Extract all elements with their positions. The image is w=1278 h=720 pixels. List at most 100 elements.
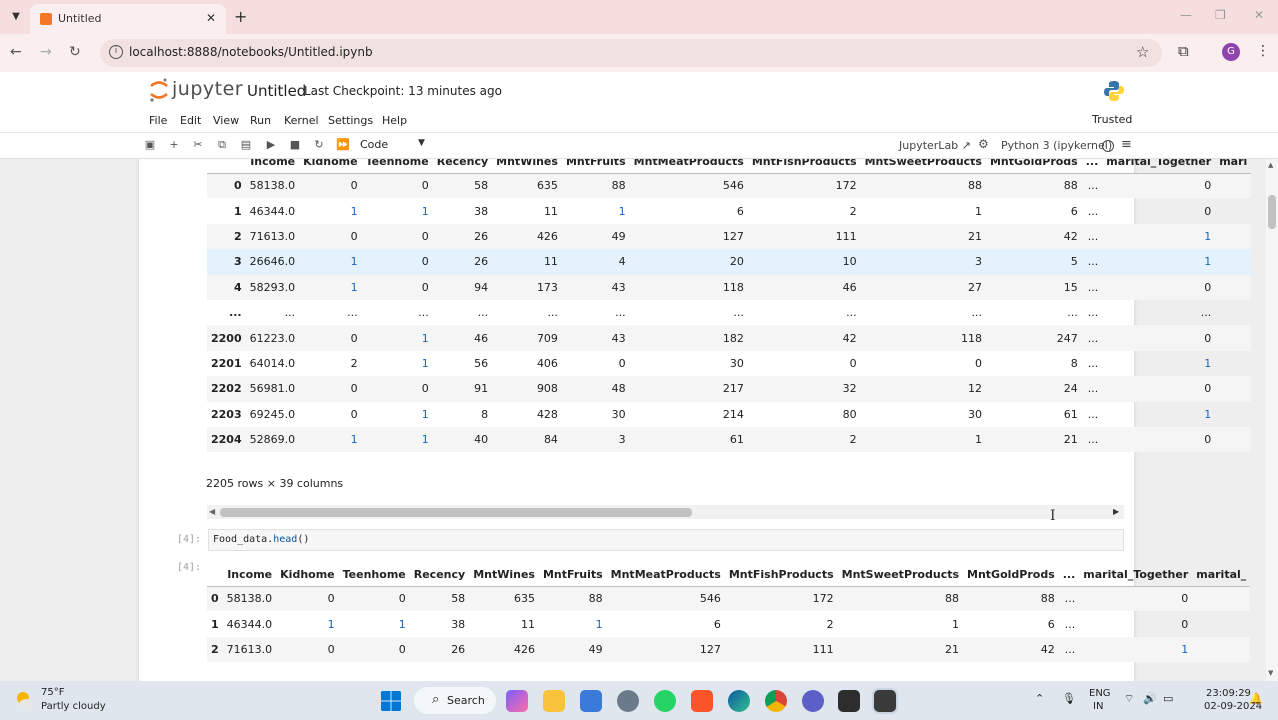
- maximize-icon[interactable]: ❐: [1215, 8, 1226, 22]
- file-explorer-icon[interactable]: [543, 690, 565, 712]
- row-index: 2203: [211, 407, 242, 421]
- close-window-icon[interactable]: ✕: [1254, 8, 1264, 22]
- notebook-title[interactable]: Untitled: [247, 82, 306, 100]
- table-row[interactable]: 2202 56981.0 0 0 91 908 48 217 32 12 24... 0: [207, 376, 1252, 402]
- terminal-icon[interactable]: [838, 690, 860, 712]
- extensions-icon[interactable]: ⧉: [1178, 42, 1189, 60]
- table-row[interactable]: 0 58138.0 0 0 58 635 88 546 172 88 88... 0: [207, 586, 1251, 612]
- stop-icon[interactable]: ■: [287, 138, 303, 151]
- menu-edit[interactable]: Edit: [180, 114, 201, 127]
- microphone-icon[interactable]: 🎙: [1062, 692, 1076, 705]
- site-info-icon[interactable]: i: [109, 45, 123, 59]
- copy-icon[interactable]: ⧉: [214, 138, 230, 152]
- battery-icon[interactable]: ▭: [1163, 692, 1173, 705]
- active-app-icon[interactable]: [874, 690, 896, 712]
- chrome-icon[interactable]: [765, 690, 787, 712]
- table-cell: 635: [513, 592, 535, 606]
- table-row[interactable]: 2 71613.0 0 0 26 426 49 127 111 21 42... 1: [207, 223, 1252, 250]
- table-cell: 426: [536, 229, 558, 243]
- table-row[interactable]: 2201 64014.0 2 1 56 406 0 30 0 0 8... 1: [207, 351, 1251, 376]
- profile-avatar[interactable]: G: [1222, 43, 1240, 61]
- table-row[interactable]: 2204 52869.0 1 1 40 84 3 61 2 1 21... 0: [207, 426, 1252, 453]
- table-row[interactable]: .......................................: [207, 300, 1251, 325]
- hamburger-menu-icon[interactable]: ≡: [1121, 137, 1132, 152]
- browser-menu-icon[interactable]: ⋮: [1256, 43, 1270, 59]
- address-bar[interactable]: i localhost:8888/notebooks/Untitled.ipyn…: [100, 39, 1162, 67]
- bookmark-star-icon[interactable]: ☆: [1136, 43, 1149, 61]
- forward-icon[interactable]: →: [40, 44, 52, 60]
- tab-search-icon[interactable]: ▼: [6, 7, 26, 27]
- table-cell: 56: [474, 356, 489, 370]
- store-icon[interactable]: [580, 690, 602, 712]
- kernel-name[interactable]: Python 3 (ipykernel): [1001, 139, 1112, 152]
- teams-icon[interactable]: [802, 690, 824, 712]
- minimize-icon[interactable]: —: [1180, 8, 1192, 22]
- back-icon[interactable]: ←: [10, 44, 22, 60]
- wifi-icon[interactable]: ⌔: [1124, 692, 1134, 706]
- paste-icon[interactable]: ▤: [238, 138, 254, 151]
- copilot-icon[interactable]: [506, 690, 528, 712]
- menu-view[interactable]: View: [213, 114, 239, 127]
- scroll-right-icon[interactable]: ▶: [1113, 507, 1119, 516]
- volume-icon[interactable]: 🔊: [1143, 692, 1157, 705]
- url-text[interactable]: localhost:8888/notebooks/Untitled.ipynb: [129, 45, 373, 59]
- browser-tab[interactable]: Untitled ✕: [30, 4, 226, 34]
- clock-time[interactable]: 23:09:29: [1206, 688, 1251, 699]
- menu-settings[interactable]: Settings: [328, 114, 373, 127]
- trusted-badge[interactable]: Trusted: [1088, 111, 1136, 129]
- jupyter-logo-icon[interactable]: [148, 77, 170, 103]
- edge-icon[interactable]: [728, 690, 750, 712]
- cut-icon[interactable]: ✂: [190, 138, 206, 151]
- table-cell: ...: [733, 306, 744, 320]
- weather-desc[interactable]: Partly cloudy: [41, 701, 106, 712]
- save-icon[interactable]: ▣: [142, 138, 158, 151]
- menu-kernel[interactable]: Kernel: [284, 114, 319, 127]
- code-cell-editor[interactable]: Food_data.head(): [208, 529, 1124, 551]
- language-indicator[interactable]: ENG: [1089, 688, 1111, 699]
- code-text[interactable]: Food_data.head(): [213, 534, 309, 545]
- vertical-scroll-thumb[interactable]: [1268, 195, 1276, 229]
- column-header: MntFruits: [538, 564, 607, 587]
- scroll-up-icon[interactable]: ▲: [1268, 161, 1273, 169]
- table-row[interactable]: 0 58138.0 0 0 58 635 88 546 172 88 88... 0: [207, 173, 1252, 199]
- scroll-down-icon[interactable]: ▼: [1268, 669, 1273, 677]
- table-row[interactable]: 2203 69245.0 0 1 8 428 30 214 80 30 61... 1: [207, 402, 1251, 427]
- table-row[interactable]: 4 58293.0 1 0 94 173 43 118 46 27 15... 0: [207, 274, 1252, 300]
- scroll-left-icon[interactable]: ◀: [209, 507, 215, 516]
- chevron-down-icon[interactable]: ▼: [418, 138, 425, 148]
- menu-file[interactable]: File: [149, 114, 167, 127]
- table-row[interactable]: 1 46344.0 1 1 38 11 1 6 2 1 6... 0: [207, 611, 1250, 636]
- table-row[interactable]: 2200 61223.0 0 1 46 709 43 182 42 118 247... 0: [207, 325, 1252, 351]
- new-tab-icon[interactable]: +: [234, 7, 247, 26]
- restart-icon[interactable]: ↻: [311, 138, 327, 151]
- weather-icon[interactable]: [14, 689, 36, 711]
- windows-start-icon[interactable]: [380, 690, 402, 712]
- region-indicator[interactable]: IN: [1093, 701, 1103, 712]
- menu-run[interactable]: Run: [250, 114, 271, 127]
- brave-icon[interactable]: [691, 690, 713, 712]
- restart-run-all-icon[interactable]: ⏩: [335, 138, 351, 151]
- notification-bell-icon[interactable]: 🔔: [1249, 692, 1263, 705]
- insert-cell-icon[interactable]: +: [166, 138, 182, 151]
- taskbar-search[interactable]: ⌕ Search: [414, 687, 496, 714]
- chevron-up-icon[interactable]: ⌃: [1035, 692, 1044, 705]
- reload-icon[interactable]: ↻: [69, 44, 81, 60]
- horizontal-scroll-thumb[interactable]: [220, 508, 692, 517]
- tab-close-icon[interactable]: ✕: [206, 11, 216, 25]
- python-logo-icon: [1104, 81, 1124, 101]
- table-row[interactable]: 2 71613.0 0 0 26 426 49 127 111 21 42... 1: [207, 636, 1251, 663]
- table-row[interactable]: 3 26646.0 1 0 26 11 4 20 10 3 5... 1: [207, 249, 1252, 275]
- menu-help[interactable]: Help: [382, 114, 407, 127]
- jupyterlab-link[interactable]: JupyterLab ↗: [899, 139, 971, 152]
- whatsapp-icon[interactable]: [654, 690, 676, 712]
- settings-icon[interactable]: [617, 690, 639, 712]
- gear-icon[interactable]: ⚙: [978, 137, 989, 151]
- run-icon[interactable]: ▶: [263, 138, 279, 151]
- weather-temp[interactable]: 75°F: [41, 687, 64, 698]
- table-row[interactable]: 1 46344.0 1 1 38 11 1 6 2 1 6... 0: [207, 198, 1251, 223]
- column-header: Teenhome: [361, 159, 433, 174]
- table-cell: 111: [835, 229, 857, 243]
- horizontal-scrollbar[interactable]: ◀ ▶: [207, 505, 1124, 519]
- vertical-scrollbar[interactable]: ▲ ▼: [1266, 159, 1278, 681]
- table-cell: 1: [974, 433, 982, 447]
